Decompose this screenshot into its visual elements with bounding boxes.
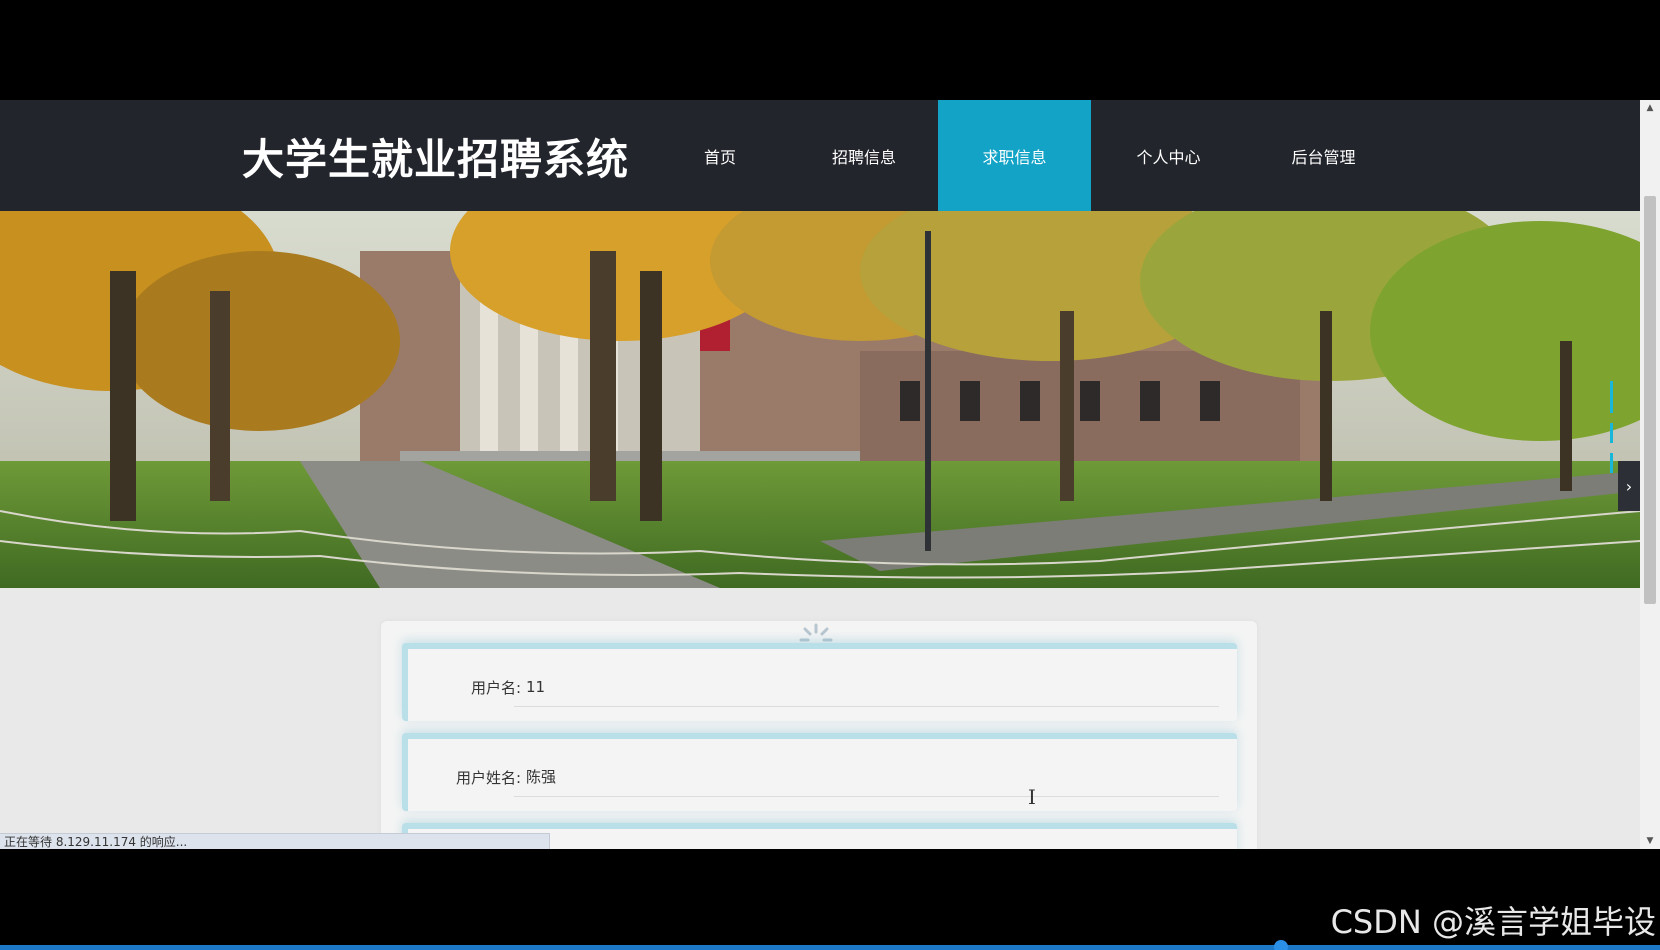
form-row-username: 用户名:: [402, 643, 1237, 721]
nav-item-home[interactable]: 首页: [650, 100, 790, 211]
scrollbar-thumb[interactable]: [1644, 196, 1656, 604]
nav-item-job-seeking[interactable]: 求职信息: [938, 100, 1091, 211]
video-progress-bar[interactable]: [0, 945, 1660, 950]
site-title: 大学生就业招聘系统: [242, 135, 630, 184]
site-header: 大学生就业招聘系统 首页 招聘信息 求职信息 个人中心 后台管理: [0, 100, 1640, 211]
fullname-input[interactable]: [514, 757, 1219, 797]
text-cursor-icon: I: [1028, 785, 1036, 809]
fullname-label: 用户姓名:: [455, 769, 521, 787]
vertical-scrollbar[interactable]: ▲ ▼: [1640, 100, 1660, 849]
triangle-down-icon[interactable]: ▼: [1640, 833, 1660, 849]
watermark: CSDN @溪言学姐毕设: [1330, 903, 1656, 941]
browser-viewport: 大学生就业招聘系统 首页 招聘信息 求职信息 个人中心 后台管理 › 用户名: …: [0, 100, 1660, 849]
main-nav: 首页 招聘信息 求职信息 个人中心 后台管理: [650, 100, 1401, 211]
chevron-right-icon[interactable]: ›: [1618, 461, 1640, 511]
campus-photo: [0, 211, 1640, 588]
banner-slide-indicator[interactable]: [1610, 381, 1614, 473]
username-input[interactable]: [514, 667, 1219, 707]
browser-status-bar: 正在等待 8.129.11.174 的响应...: [0, 833, 550, 849]
form-row-fullname: 用户姓名:: [402, 733, 1237, 811]
nav-item-personal-center[interactable]: 个人中心: [1091, 100, 1246, 211]
banner-image: ›: [0, 211, 1640, 588]
nav-item-job-postings[interactable]: 招聘信息: [790, 100, 938, 211]
profile-form-card: 用户名: 用户姓名:: [381, 621, 1257, 849]
nav-item-admin[interactable]: 后台管理: [1246, 100, 1401, 211]
video-progress-knob[interactable]: [1274, 940, 1288, 950]
triangle-up-icon[interactable]: ▲: [1640, 100, 1660, 116]
content-area: 用户名: 用户姓名:: [0, 588, 1640, 849]
